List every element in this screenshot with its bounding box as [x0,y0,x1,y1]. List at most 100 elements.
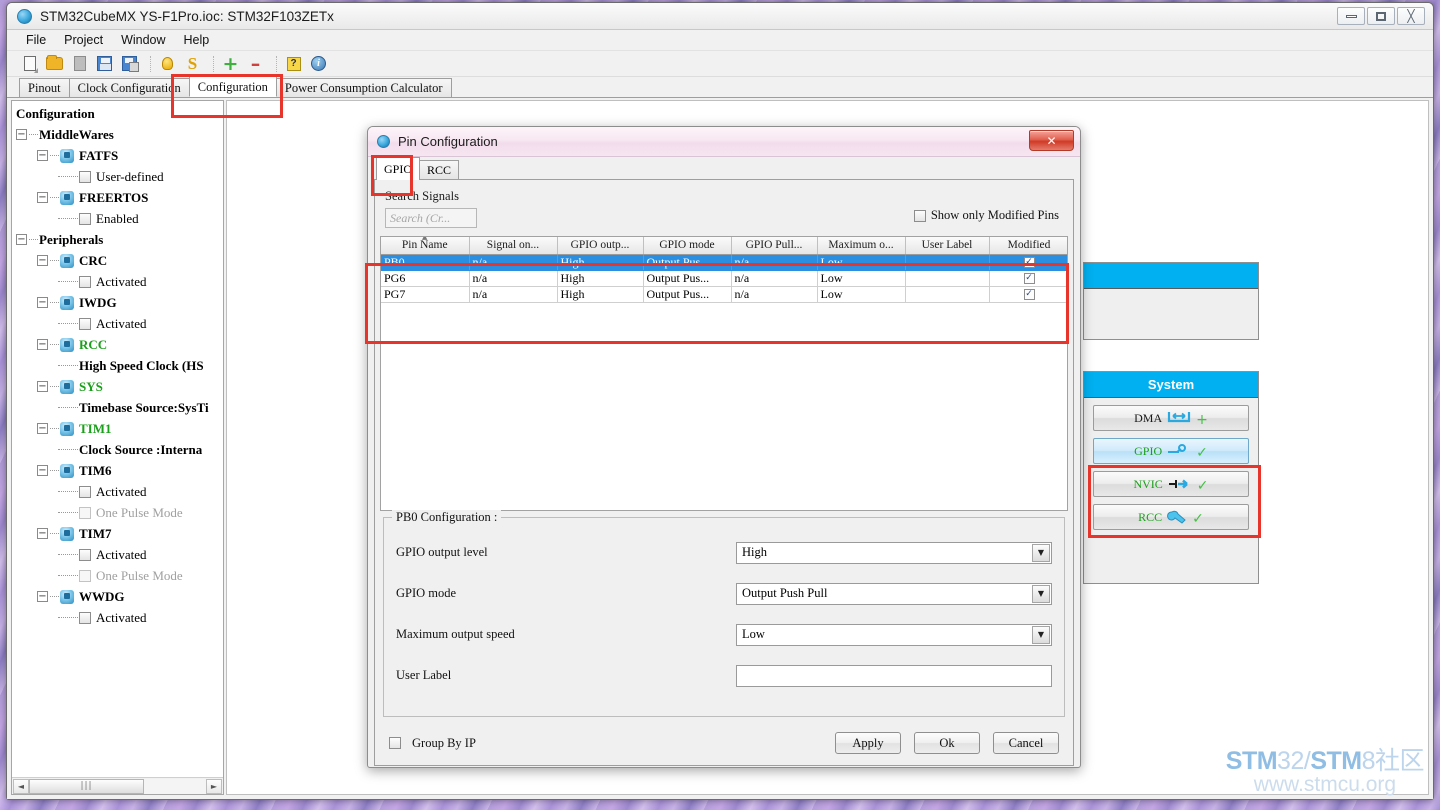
expander-collapse-icon[interactable]: − [37,528,48,539]
tab-configuration[interactable]: Configuration [188,76,277,97]
add-icon[interactable]: + [220,54,241,74]
tree-checkbox[interactable] [79,569,91,582]
user-label-input[interactable] [736,664,1052,687]
new-project-icon[interactable] [19,54,40,74]
tree-node-timebase-source-systi[interactable]: Timebase Source:SysTi [14,397,223,418]
configuration-tree[interactable]: Configuration − MiddleWares − FATFS User-def… [12,101,223,777]
menu-help[interactable]: Help [175,31,219,50]
expander-collapse-icon[interactable]: − [37,591,48,602]
tree-root[interactable]: Configuration [14,103,223,124]
tree-node-user-defined[interactable]: User-defined [14,166,223,187]
pin-table-container[interactable]: Pin NameSignal on...GPIO outp...GPIO mod… [380,236,1068,511]
pin-table-column-pin-name[interactable]: Pin Name [381,237,470,255]
scrollbar-thumb[interactable]: ||| [29,778,144,794]
tab-clock-configuration[interactable]: Clock Configuration [68,78,190,97]
modified-checkbox[interactable]: ✓ [1023,257,1035,269]
tree-checkbox[interactable] [79,275,91,288]
expander-collapse-icon[interactable]: − [37,423,48,434]
tree-node-tim6[interactable]: − TIM6 [14,460,223,481]
scrollbar-track[interactable]: ||| [29,778,206,794]
minimize-button[interactable] [1337,7,1365,25]
tab-pinout[interactable]: Pinout [19,78,70,97]
pin-table-row[interactable]: PG7 n/a High Output Pus... n/a Low ✓ [381,286,1067,303]
apply-button[interactable]: Apply [835,732,901,754]
scroll-left-arrow-icon[interactable]: ◄ [13,778,29,794]
tree-checkbox[interactable] [79,317,91,330]
tree-node-one-pulse-mode[interactable]: One Pulse Mode [14,565,223,586]
tree-node-middlewares[interactable]: − MiddleWares [14,124,223,145]
tree-node-tim1[interactable]: − TIM1 [14,418,223,439]
expander-collapse-icon[interactable]: − [37,150,48,161]
search-input[interactable]: Search (Cr... [385,208,477,228]
pin-table-column-maximum-o[interactable]: Maximum o... [817,237,906,255]
system-button-nvic[interactable]: NVIC ✓ [1093,471,1249,497]
dialog-tab-rcc[interactable]: RCC [419,160,460,180]
tree-node-freertos[interactable]: − FREERTOS [14,187,223,208]
gpio-output-level-select[interactable]: High ▼ [736,541,1052,564]
maximum-output-speed-select[interactable]: Low ▼ [736,623,1052,646]
pin-table-column-signal-on[interactable]: Signal on... [469,237,558,255]
expander-collapse-icon[interactable]: − [37,297,48,308]
open-project-icon[interactable] [44,54,65,74]
cancel-button[interactable]: Cancel [993,732,1059,754]
save-icon[interactable] [94,54,115,74]
system-button-dma[interactable]: DMA + [1093,405,1249,431]
chevron-down-icon[interactable]: ▼ [1032,584,1050,603]
tree-node-tim7[interactable]: − TIM7 [14,523,223,544]
expander-collapse-icon[interactable]: − [37,465,48,476]
tree-node-activated[interactable]: Activated [14,481,223,502]
about-icon[interactable]: i [308,54,329,74]
pin-table-row[interactable]: PB0 n/a High Output Pus... n/a Low ✓ [381,254,1067,271]
chevron-down-icon[interactable]: ▼ [1032,543,1050,562]
tree-node-activated[interactable]: Activated [14,544,223,565]
show-only-modified-pins-option[interactable]: Show only Modified Pins [913,208,1059,223]
generate-code-icon[interactable] [157,54,178,74]
system-button-gpio[interactable]: GPIO ✓ [1093,438,1249,464]
tree-node-enabled[interactable]: Enabled [14,208,223,229]
pin-table-column-gpio-pull[interactable]: GPIO Pull... [731,237,818,255]
expander-collapse-icon[interactable]: − [37,255,48,266]
tree-node-clock-source-interna[interactable]: Clock Source :Interna [14,439,223,460]
chevron-down-icon[interactable]: ▼ [1032,625,1050,644]
document-icon[interactable] [69,54,90,74]
tree-node-one-pulse-mode[interactable]: One Pulse Mode [14,502,223,523]
group-by-ip-checkbox[interactable] [389,737,401,749]
tree-checkbox[interactable] [79,548,91,561]
tree-horizontal-scrollbar[interactable]: ◄ ||| ► [12,777,223,794]
dialog-tab-gpio[interactable]: GPIO [376,157,421,180]
tree-checkbox[interactable] [79,485,91,498]
pin-table-column-gpio-mode[interactable]: GPIO mode [643,237,732,255]
expander-collapse-icon[interactable]: − [16,234,27,245]
tab-power-consumption-calculator[interactable]: Power Consumption Calculator [275,78,452,97]
expander-collapse-icon[interactable]: − [37,339,48,350]
help-icon[interactable]: ? [283,54,304,74]
save-as-icon[interactable] [119,54,140,74]
pin-table-column-gpio-outp[interactable]: GPIO outp... [557,237,644,255]
expander-collapse-icon[interactable]: − [16,129,27,140]
tree-checkbox[interactable] [79,611,91,624]
tree-node-activated[interactable]: Activated [14,271,223,292]
menu-file[interactable]: File [17,31,55,50]
maximize-button[interactable] [1367,7,1395,25]
tree-node-peripherals[interactable]: − Peripherals [14,229,223,250]
dialog-close-button[interactable]: ✕ [1029,130,1074,151]
pin-table-column-modified[interactable]: Modified [989,237,1067,255]
tree-node-wwdg[interactable]: − WWDG [14,586,223,607]
tree-checkbox[interactable] [79,170,91,183]
remove-icon[interactable]: – [245,54,266,74]
tree-node-sys[interactable]: − SYS [14,376,223,397]
system-button-rcc[interactable]: RCC ✓ [1093,504,1249,530]
close-button[interactable]: ╳ [1397,7,1425,25]
modified-checkbox[interactable]: ✓ [1023,273,1035,285]
tree-node-rcc[interactable]: − RCC [14,334,223,355]
tree-node-iwdg[interactable]: − IWDG [14,292,223,313]
menu-window[interactable]: Window [112,31,174,50]
expander-collapse-icon[interactable]: − [37,381,48,392]
gpio-mode-select[interactable]: Output Push Pull ▼ [736,582,1052,605]
tree-checkbox[interactable] [79,506,91,519]
pin-table-row[interactable]: PG6 n/a High Output Pus... n/a Low ✓ [381,270,1067,287]
menu-project[interactable]: Project [55,31,112,50]
pin-table-column-user-label[interactable]: User Label [905,237,990,255]
stm32cube-icon[interactable]: S [182,54,203,74]
expander-collapse-icon[interactable]: − [37,192,48,203]
